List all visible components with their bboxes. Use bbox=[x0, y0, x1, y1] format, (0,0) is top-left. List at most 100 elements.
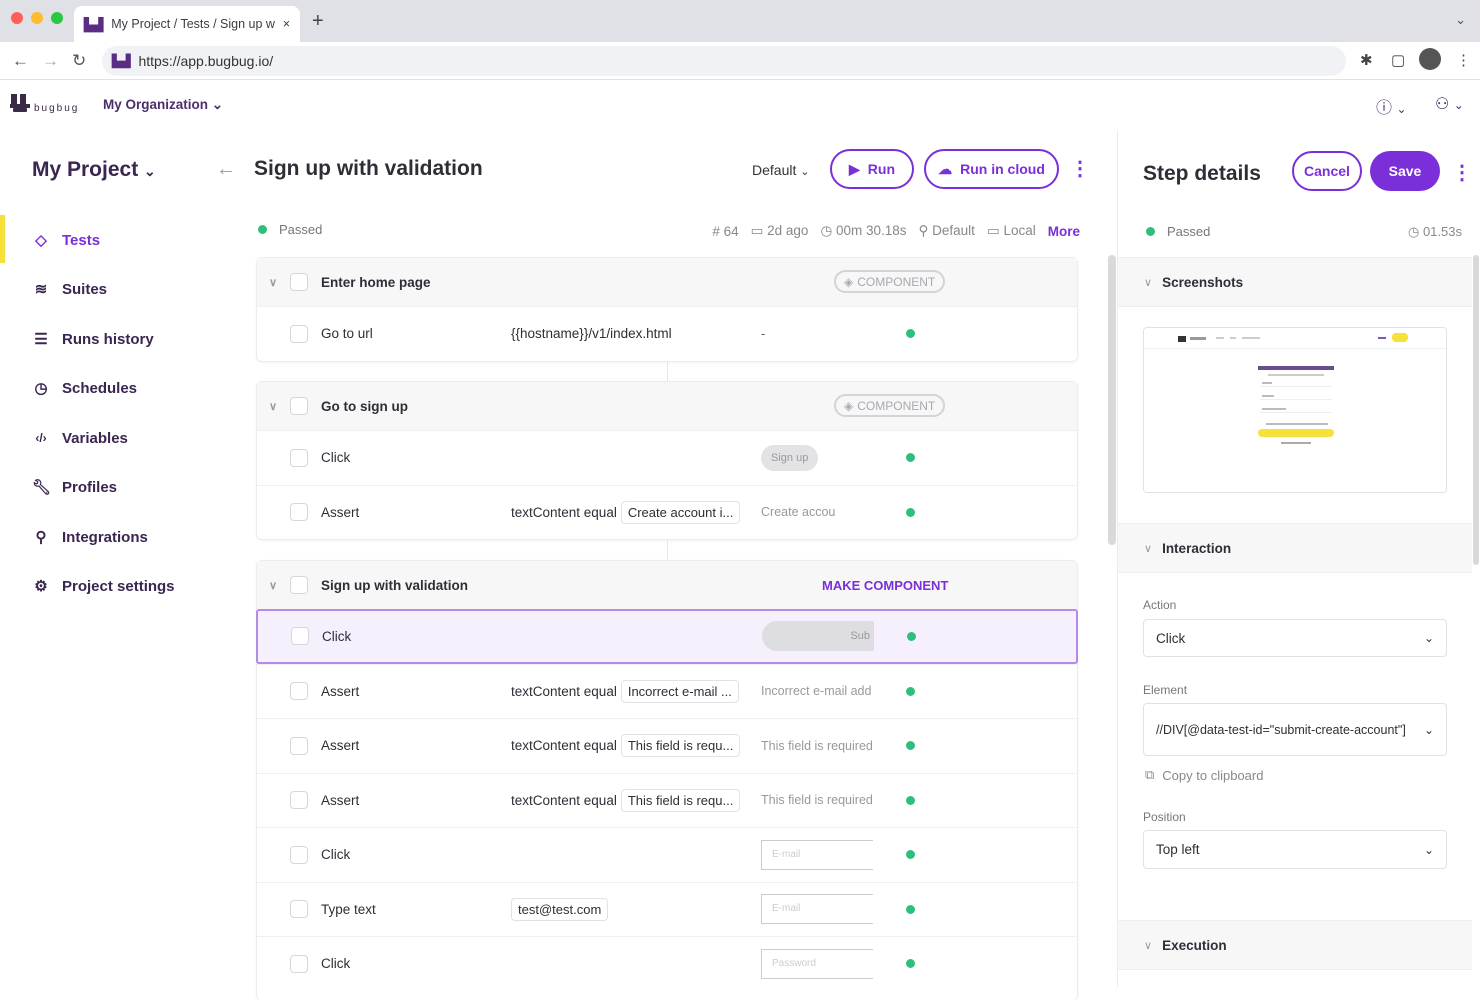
chevron-down-icon[interactable]: ∨ bbox=[269, 276, 277, 289]
browser-menu-icon[interactable]: ⋮ bbox=[1456, 51, 1471, 69]
group-checkbox[interactable] bbox=[290, 273, 308, 291]
action-select[interactable]: Click ⌄ bbox=[1143, 619, 1447, 657]
step-param: textContent equal Incorrect e-mail ... bbox=[511, 679, 739, 703]
back-arrow-icon[interactable]: ← bbox=[12, 51, 29, 71]
chevron-down-icon: ⌄ bbox=[144, 163, 156, 179]
run-button[interactable]: ▶ Run bbox=[830, 149, 914, 189]
chevron-down-icon: ∨ bbox=[1144, 939, 1153, 952]
run-profile-selector[interactable]: Default ⌄ bbox=[752, 162, 809, 178]
step-status-dot bbox=[906, 795, 915, 805]
group-header[interactable]: ∨ Sign up with validation MAKE COMPONENT bbox=[257, 561, 1077, 609]
close-tab-icon[interactable]: × bbox=[283, 17, 290, 31]
organization-selector[interactable]: My Organization ⌄ bbox=[103, 97, 223, 113]
wrench-icon: 🔧︎ bbox=[32, 479, 52, 496]
step-duration-text: 01.53s bbox=[1422, 224, 1462, 239]
step-checkbox[interactable] bbox=[290, 900, 308, 919]
assert-type: textContent equal bbox=[511, 738, 617, 754]
step-checkbox[interactable] bbox=[291, 627, 309, 646]
new-tab-button[interactable]: + bbox=[312, 10, 324, 33]
browser-tab[interactable]: ▙▟ My Project / Tests / Sign up wi × bbox=[74, 6, 300, 42]
steps-scrollbar[interactable] bbox=[1108, 255, 1116, 545]
component-badge[interactable]: ◈ COMPONENT bbox=[834, 270, 946, 293]
clock-icon: ◷ bbox=[820, 223, 836, 238]
step-row[interactable]: Click Sign up bbox=[257, 430, 1077, 485]
step-row[interactable]: Click E-mail bbox=[257, 827, 1077, 882]
execution-section-header[interactable]: ∨ Execution bbox=[1118, 920, 1472, 970]
element-select[interactable]: //DIV[@data-test-id="submit-create-accou… bbox=[1143, 703, 1447, 756]
help-menu[interactable]: ⓘ ⌄ bbox=[1376, 94, 1407, 118]
step-row[interactable]: Assert textContent equal This field is re… bbox=[257, 718, 1077, 773]
step-row[interactable]: Assert textContent equal This field is re… bbox=[257, 772, 1077, 828]
step-action: Click bbox=[321, 847, 351, 863]
step-checkbox[interactable] bbox=[290, 954, 308, 973]
copy-to-clipboard-button[interactable]: ⧉ Copy to clipboard bbox=[1145, 767, 1263, 783]
action-label: Action bbox=[1143, 598, 1177, 612]
extensions-puzzle-icon[interactable]: ✱ bbox=[1360, 51, 1373, 69]
step-row[interactable]: Assert textContent equal Incorrect e-mail… bbox=[257, 663, 1077, 719]
step-row[interactable]: Assert textContent equal Create account i… bbox=[257, 484, 1077, 540]
chevron-down-icon: ∨ bbox=[1144, 542, 1153, 555]
group-name: Sign up with validation bbox=[321, 577, 468, 593]
step-row[interactable]: Go to url {{hostname}}/v1/index.html - bbox=[257, 306, 1077, 361]
assert-type: textContent equal bbox=[511, 504, 617, 520]
save-button[interactable]: Save bbox=[1370, 151, 1440, 191]
make-component-button[interactable]: MAKE COMPONENT bbox=[822, 578, 948, 593]
step-preview: This field is required bbox=[761, 738, 873, 753]
step-checkbox[interactable] bbox=[290, 736, 308, 755]
panel-scrollbar[interactable] bbox=[1473, 255, 1479, 565]
reload-icon[interactable]: ↻ bbox=[72, 51, 86, 71]
step-preview: Create accou bbox=[761, 505, 836, 520]
test-more-options-icon[interactable]: ⋮ bbox=[1070, 156, 1090, 181]
profile-avatar[interactable] bbox=[1419, 48, 1441, 70]
project-selector[interactable]: My Project ⌄ bbox=[32, 158, 156, 182]
step-checkbox[interactable] bbox=[290, 448, 308, 467]
user-menu[interactable]: ⚇ ⌄ bbox=[1435, 94, 1464, 114]
group-checkbox[interactable] bbox=[290, 397, 308, 415]
run-button-label: Run bbox=[867, 161, 895, 177]
close-window-button[interactable] bbox=[11, 12, 23, 24]
minimize-window-button[interactable] bbox=[31, 12, 43, 24]
step-checkbox[interactable] bbox=[290, 845, 308, 864]
step-param: textContent equal This field is requ... bbox=[511, 734, 741, 758]
chevron-down-icon: ⌄ bbox=[1423, 631, 1434, 645]
component-icon: ◈ bbox=[844, 398, 854, 413]
step-checkbox[interactable] bbox=[290, 791, 308, 810]
group-connector bbox=[667, 540, 668, 560]
cancel-button[interactable]: Cancel bbox=[1292, 151, 1362, 191]
step-screenshot[interactable] bbox=[1143, 327, 1447, 493]
chevron-down-icon[interactable]: ∨ bbox=[269, 400, 277, 413]
chevron-down-icon: ⌄ bbox=[1453, 98, 1464, 112]
step-status-dot bbox=[906, 453, 915, 463]
url-field[interactable]: ▙▟ https://app.bugbug.io/ bbox=[102, 46, 1346, 76]
step-checkbox[interactable] bbox=[290, 324, 308, 343]
preview-button-thumbnail: Sign up bbox=[761, 444, 819, 471]
component-badge[interactable]: ◈ COMPONENT bbox=[834, 394, 946, 417]
bugbug-favicon-icon: ▙▟ bbox=[84, 17, 104, 32]
group-header[interactable]: ∨ Go to sign up ◈ COMPONENT bbox=[257, 382, 1077, 430]
step-row[interactable]: Type text test@test.com E-mail bbox=[257, 881, 1077, 937]
preview-input-thumbnail: E-mail bbox=[761, 839, 873, 870]
step-row[interactable]: Click Password bbox=[257, 936, 1077, 991]
more-link[interactable]: More bbox=[1048, 224, 1080, 239]
back-arrow-icon[interactable]: ← bbox=[216, 158, 236, 181]
group-name: Go to sign up bbox=[321, 398, 408, 414]
position-select[interactable]: Top left ⌄ bbox=[1143, 830, 1447, 869]
step-checkbox[interactable] bbox=[290, 503, 308, 522]
run-in-cloud-button[interactable]: ☁ Run in cloud bbox=[924, 149, 1059, 189]
step-row-selected[interactable]: Click Sub bbox=[256, 609, 1078, 664]
chevron-down-icon: ⌄ bbox=[1423, 722, 1434, 737]
bugbug-logo[interactable]: bugbug bbox=[10, 92, 79, 114]
sidepanel-icon[interactable]: ▢ bbox=[1391, 51, 1405, 69]
interaction-section-header[interactable]: ∨ Interaction bbox=[1118, 523, 1472, 573]
chevron-down-icon[interactable]: ∨ bbox=[269, 579, 277, 592]
group-header[interactable]: ∨ Enter home page ◈ COMPONENT bbox=[257, 258, 1077, 306]
forward-arrow-icon[interactable]: → bbox=[42, 51, 59, 71]
element-label: Element bbox=[1143, 683, 1188, 697]
tab-search-chevron-icon[interactable]: ⌄ bbox=[1455, 12, 1466, 28]
group-checkbox[interactable] bbox=[290, 576, 308, 594]
maximize-window-button[interactable] bbox=[51, 12, 63, 24]
screenshots-section-header[interactable]: ∨ Screenshots bbox=[1118, 257, 1472, 307]
step-checkbox[interactable] bbox=[290, 682, 308, 701]
step-more-options-icon[interactable]: ⋮ bbox=[1452, 160, 1472, 185]
bugbug-logo-icon bbox=[10, 92, 32, 112]
